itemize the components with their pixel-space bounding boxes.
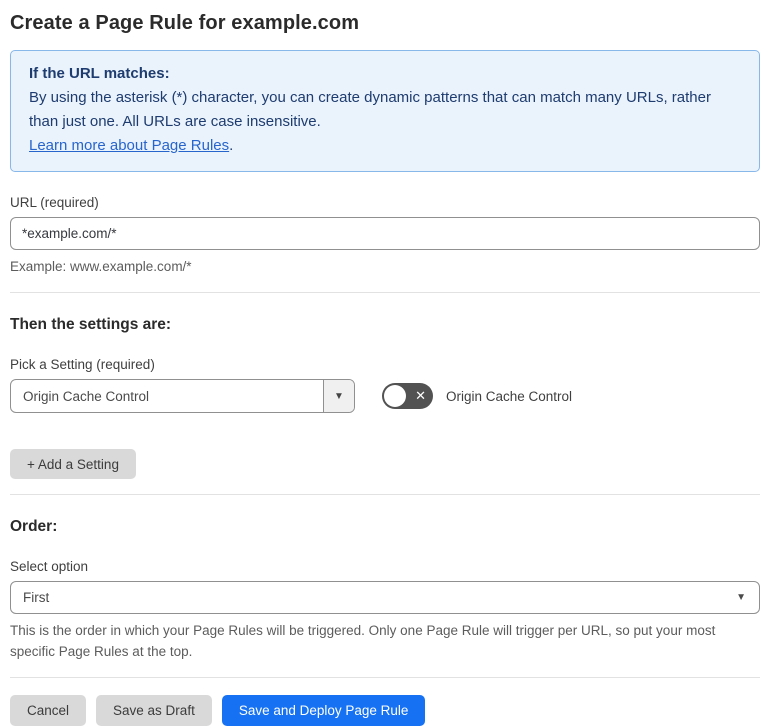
settings-section-heading: Then the settings are:	[10, 316, 172, 333]
save-and-deploy-button[interactable]: Save and Deploy Page Rule	[221, 695, 426, 726]
toggle-knob	[384, 385, 406, 407]
page-rule-form: Create a Page Rule for example.com If th…	[0, 0, 770, 726]
divider	[10, 494, 760, 495]
chevron-down-icon[interactable]: ▼	[323, 380, 354, 412]
info-box-link-row: Learn more about Page Rules.	[29, 134, 741, 158]
info-box-heading: If the URL matches:	[29, 65, 170, 82]
chevron-down-glyph: ▼	[334, 390, 344, 402]
pick-setting-label: Pick a Setting (required)	[10, 357, 155, 372]
order-help-text: This is the order in which your Page Rul…	[10, 623, 716, 659]
info-box-body: By using the asterisk (*) character, you…	[29, 89, 711, 130]
setting-select[interactable]: Origin Cache Control ▼	[10, 379, 355, 413]
footer-actions: Cancel Save as Draft Save and Deploy Pag…	[10, 695, 760, 726]
setting-select-value: Origin Cache Control	[23, 388, 150, 404]
chevron-down-icon: ▼	[736, 592, 746, 603]
page-title: Create a Page Rule for example.com	[10, 12, 360, 34]
url-match-info-box: If the URL matches: By using the asteris…	[10, 50, 760, 172]
order-select[interactable]: First ▼	[10, 581, 760, 614]
order-section-heading: Order:	[10, 518, 58, 535]
divider	[10, 677, 760, 678]
cancel-button[interactable]: Cancel	[10, 695, 87, 726]
link-suffix: .	[229, 137, 234, 154]
add-setting-button[interactable]: + Add a Setting	[10, 449, 136, 479]
url-input[interactable]	[10, 217, 760, 250]
url-field-label: URL (required)	[10, 195, 99, 210]
order-select-label: Select option	[10, 559, 89, 574]
toggle-label: Origin Cache Control	[446, 388, 573, 404]
save-as-draft-button[interactable]: Save as Draft	[96, 695, 212, 726]
setting-row: Origin Cache Control ▼ ✕ Origin Cache Co…	[10, 379, 760, 413]
toggle-off-x-icon: ✕	[415, 388, 426, 403]
divider	[10, 292, 760, 293]
order-select-value: First	[23, 590, 50, 605]
url-example-text: Example: www.example.com/*	[10, 259, 192, 274]
origin-cache-control-toggle[interactable]: ✕	[382, 383, 433, 409]
learn-more-link[interactable]: Learn more about Page Rules	[29, 137, 229, 154]
